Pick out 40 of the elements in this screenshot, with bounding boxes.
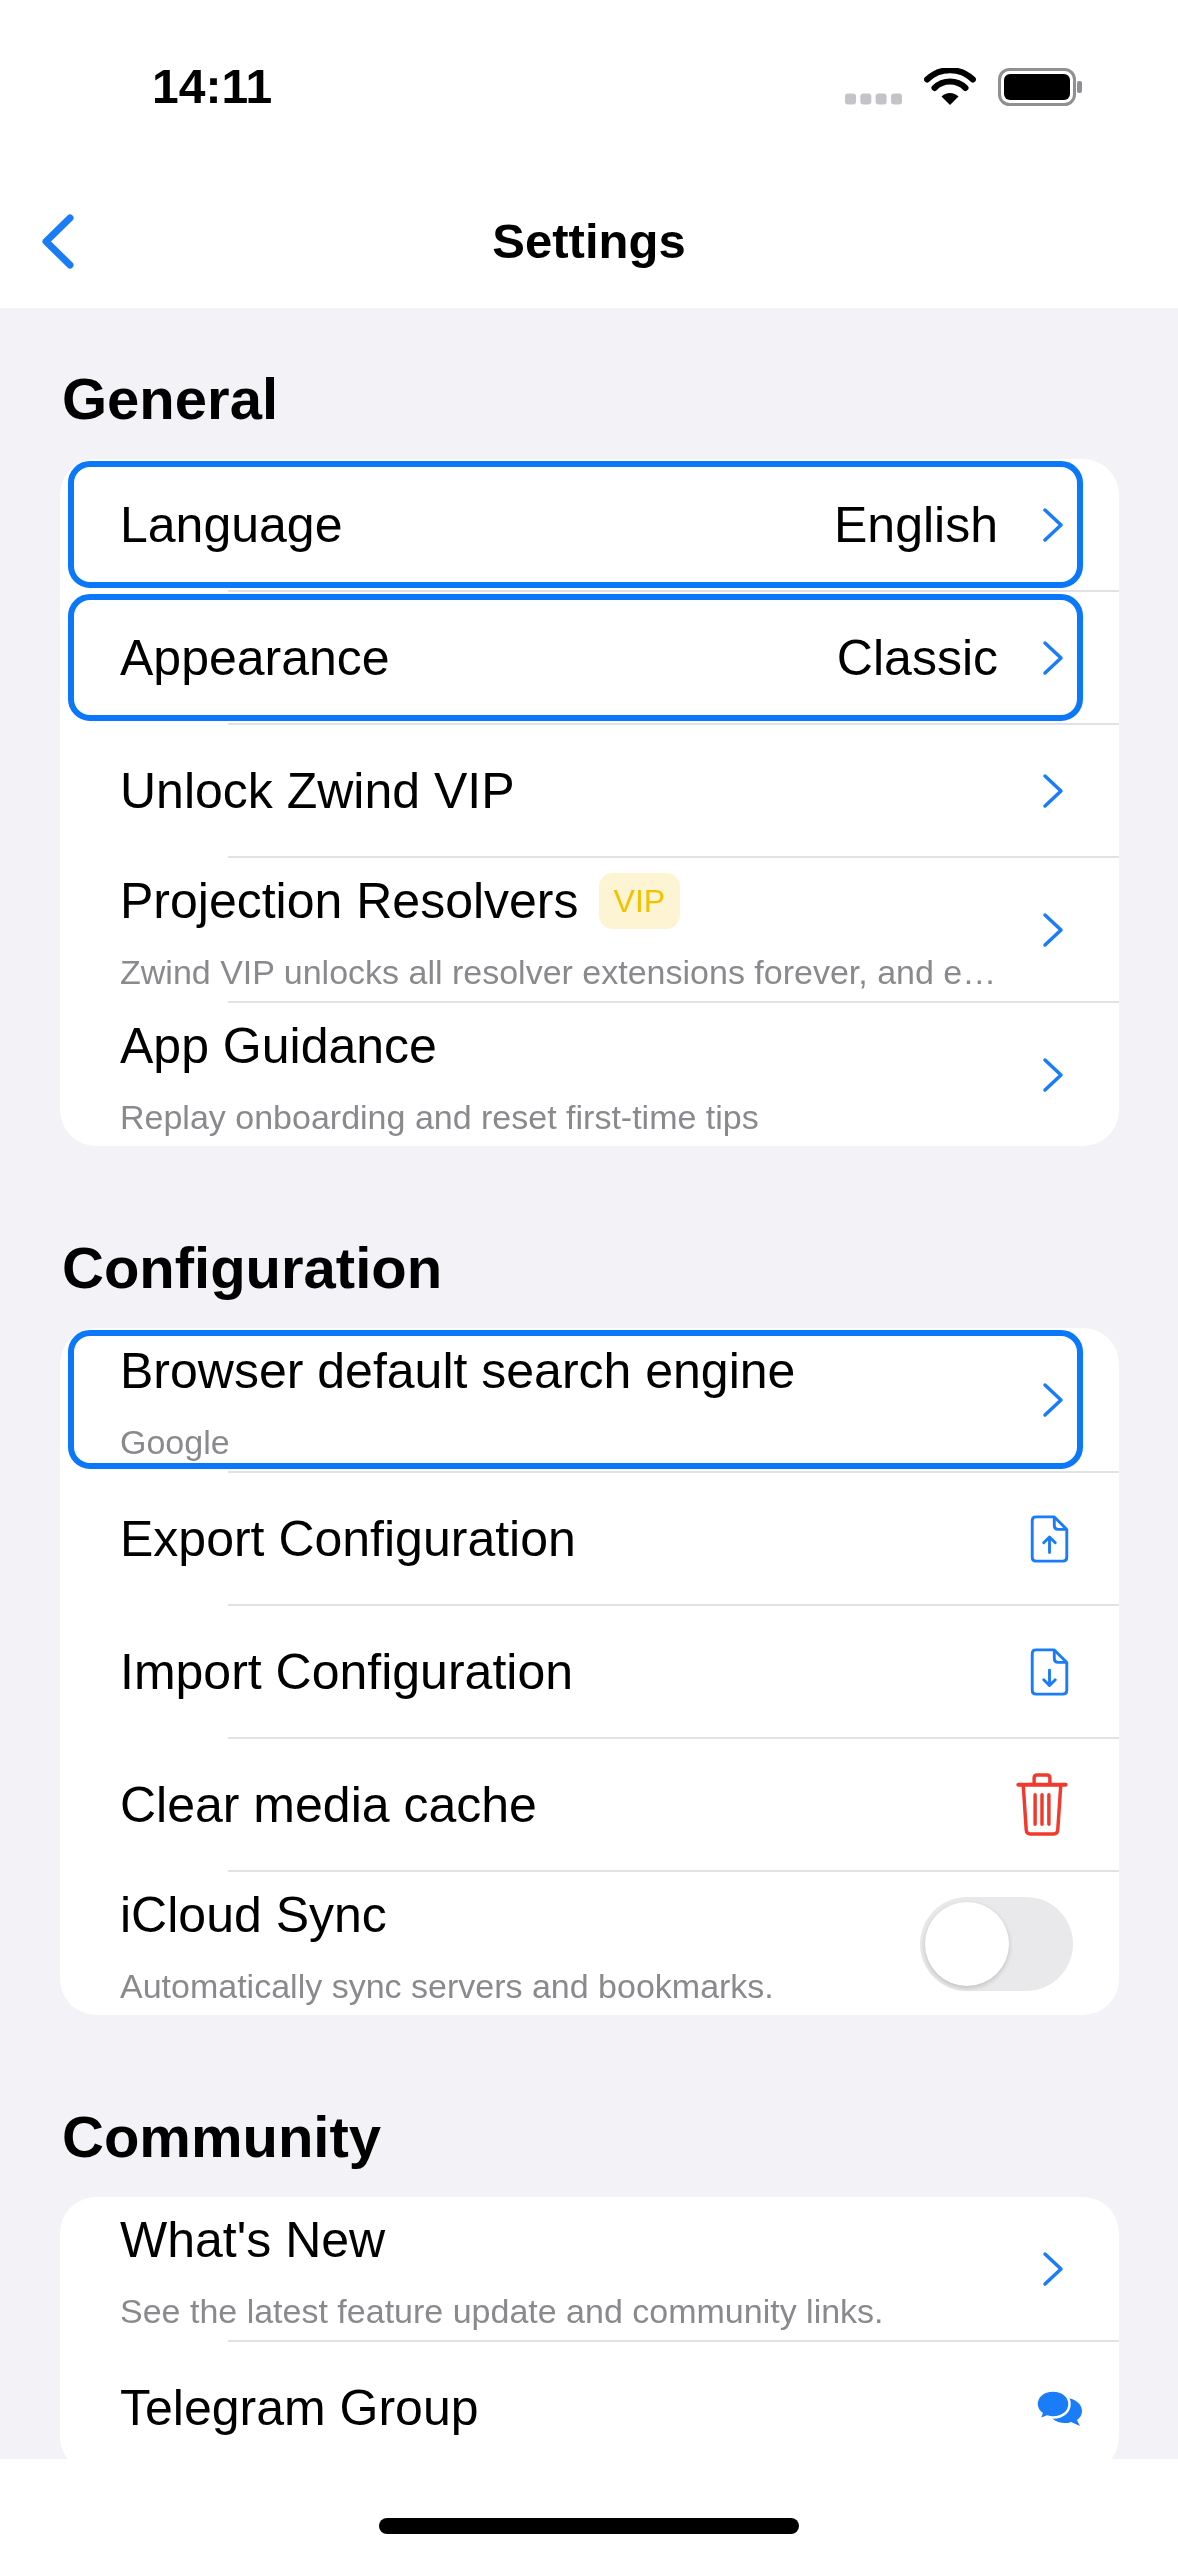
nav-title: Settings: [492, 213, 686, 270]
row-value: Classic: [836, 628, 998, 688]
section-title: Configuration: [62, 1234, 444, 1302]
row-value: English: [834, 495, 998, 555]
row-title[interactable]: Appearance: [120, 627, 390, 688]
wifi-icon: [924, 68, 976, 106]
row-subtitle: Automatically sync servers and bookmarks.: [120, 1966, 775, 2007]
status-time: 14:11: [152, 59, 273, 115]
row-title[interactable]: What's New: [120, 2210, 386, 2270]
battery-icon: [998, 68, 1082, 106]
speech-bubbles-icon[interactable]: [1035, 2388, 1083, 2427]
chevron-right-icon: [1042, 772, 1064, 809]
row-title[interactable]: Unlock Zwind VIP: [120, 760, 515, 821]
row-subtitle: Replay onboarding and reset first-time tips: [120, 1097, 760, 1138]
row-title[interactable]: Clear media cache: [120, 1774, 537, 1835]
row-title[interactable]: iCloud Sync: [120, 1885, 387, 1945]
row-title[interactable]: Import Configuration: [120, 1641, 573, 1702]
row-title[interactable]: Language: [120, 494, 343, 555]
vip-badge: VIP: [598, 873, 681, 929]
row-subtitle: Zwind VIP unlocks all resolver extensions forever, and e…: [120, 952, 998, 993]
chevron-right-icon: [1042, 2250, 1064, 2287]
row-title[interactable]: Projection Resolvers: [120, 871, 579, 931]
chevron-right-icon: [1042, 639, 1064, 676]
chevron-right-icon: [1042, 911, 1064, 948]
row-subtitle: See the latest feature update and community links.: [120, 2291, 885, 2332]
signal-icon: [845, 93, 902, 105]
section-title: Community: [62, 2103, 382, 2171]
row-title[interactable]: App Guidance: [120, 1016, 437, 1076]
document-arrow-down-icon[interactable]: [1030, 1647, 1069, 1696]
section-title: General: [62, 365, 279, 433]
row-title[interactable]: Telegram Group: [120, 2377, 479, 2438]
chevron-left-icon[interactable]: [41, 213, 75, 269]
trash-icon[interactable]: [1015, 1772, 1069, 1837]
row-title[interactable]: Export Configuration: [120, 1508, 576, 1569]
chevron-right-icon: [1042, 1056, 1064, 1093]
document-arrow-up-icon[interactable]: [1030, 1514, 1069, 1563]
row-title[interactable]: Browser default search engine: [120, 1341, 796, 1401]
chevron-right-icon: [1042, 1381, 1064, 1418]
row-subtitle: Google: [120, 1422, 231, 1463]
chevron-right-icon: [1042, 506, 1064, 543]
